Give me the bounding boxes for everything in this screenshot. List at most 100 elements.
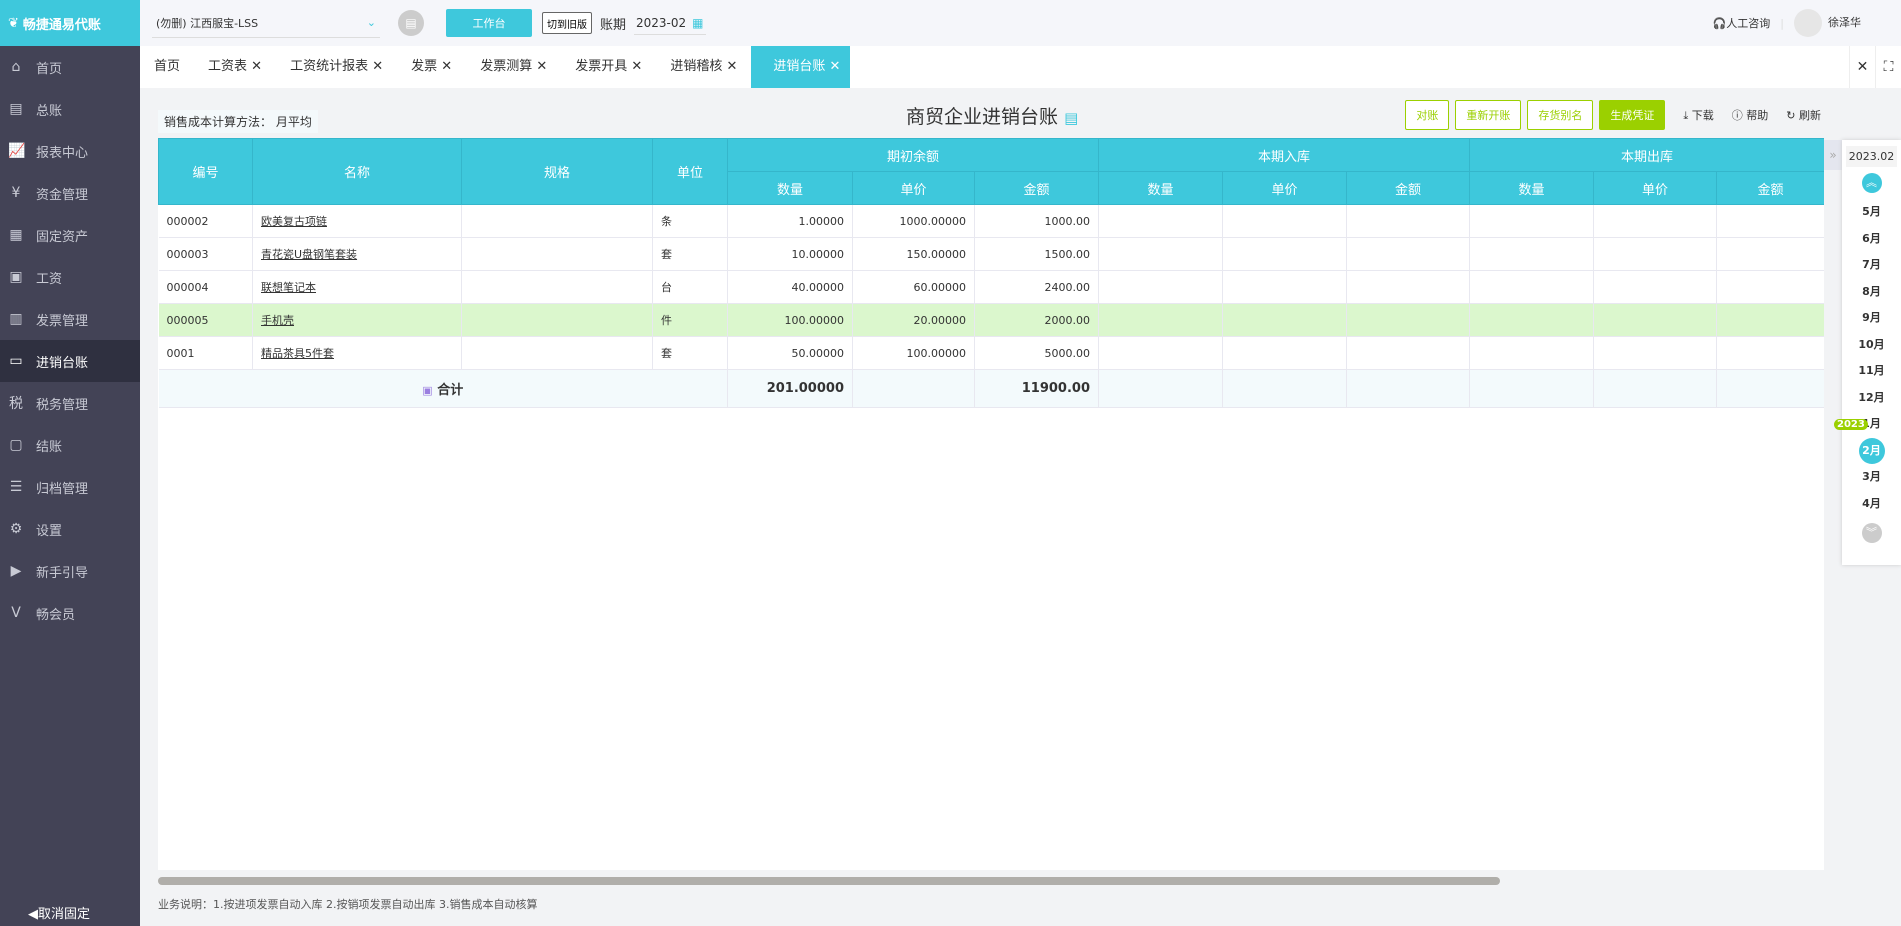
month-item[interactable]: 4月 [1842,491,1901,518]
close-tab-icon[interactable]: ✕ [441,59,452,74]
tab[interactable]: 发票开具 ✕ [561,46,656,88]
cell-unit: 条 [652,204,728,238]
consult-button[interactable]: 🎧人工咨询 [1713,15,1771,31]
user-menu[interactable]: 徐泽华 [1794,9,1861,37]
menu-icon: 税 [9,396,23,412]
tab[interactable]: 发票 ✕ [397,46,466,88]
cell-empty [1469,237,1594,271]
month-item[interactable]: 9月 [1842,305,1901,332]
sidebar-item[interactable]: ▶ 新手引导 [0,550,140,592]
sidebar-item[interactable]: 📈 报表中心 [0,130,140,172]
generate-voucher-button[interactable]: 生成凭证 [1599,100,1666,130]
sidebar-item[interactable]: ▦ 固定资产 [0,214,140,256]
period-picker[interactable]: 2023-02 ▦ [634,12,706,35]
business-note: 业务说明：1.按进项发票自动入库 2.按销项发票自动出库 3.销售成本自动核算 [158,898,538,911]
close-tab-icon[interactable]: ✕ [536,59,547,74]
download-button[interactable]: ⤓ 下载 [1683,107,1713,123]
table-row[interactable]: 000004 联想笔记本 台 40.00000 60.00000 2400.00 [158,270,1824,304]
subheader-price: 单价 [852,171,975,205]
table-row[interactable]: 000002 欧美复古项链 条 1.00000 1000.00000 1000.00 [158,204,1824,238]
cell-unit: 件 [652,303,728,337]
tab[interactable]: 首页 [140,46,194,88]
scroll-down-icon[interactable]: ︾ [1861,523,1882,543]
reconcile-button[interactable]: 对账 [1405,100,1450,130]
month-item[interactable]: 3月 [1842,464,1901,491]
cell-amount: 5000.00 [974,336,1099,370]
sidebar-item[interactable]: ▢ 结账 [0,424,140,466]
table-row[interactable]: 000003 青花瓷U盘钢笔套装 套 10.00000 150.00000 1500.00 [158,237,1824,271]
close-tab-icon[interactable]: ✕ [631,59,642,74]
close-all-tabs-icon[interactable]: ✕ [1849,46,1875,88]
scroll-up-icon[interactable]: ︽ [1861,173,1882,193]
refresh-button[interactable]: ↻ 刷新 [1786,107,1821,123]
tab[interactable]: 工资表 ✕ [194,46,276,88]
cell-empty [1716,336,1824,370]
reopen-button[interactable]: 重新开账 [1455,100,1522,130]
cell-amount: 2400.00 [974,270,1099,304]
calendar-icon[interactable]: ▤ [398,10,424,36]
sidebar-item[interactable]: ▤ 总账 [0,88,140,130]
close-tab-icon[interactable]: ✕ [830,59,841,74]
ledger-table: 编号 名称 规格 单位 期初余额 本期入库 本期出库 数量 单价 金额 数量 单价 金额数… [158,138,1824,870]
month-item[interactable]: 12月 [1842,385,1901,412]
cost-method: 销售成本计算方法： 月平均 [158,110,318,133]
page-title: 商贸企业进销台账 ▤ [906,106,1079,128]
sidebar-item[interactable]: ▥ 发票管理 [0,298,140,340]
menu-icon: ¥ [11,185,21,201]
workbench-button[interactable]: 工作台 [446,9,532,37]
cell-name-link[interactable]: 联想笔记本 [252,270,462,304]
expand-panel-icon[interactable]: » [1824,140,1842,170]
horizontal-scrollbar[interactable] [158,877,1500,885]
table-row[interactable]: 0001 精品茶具5件套 套 50.00000 100.00000 5000.00 [158,336,1824,370]
cell-name-link[interactable]: 精品茶具5件套 [252,336,462,370]
cell-empty [1469,303,1594,337]
subheader-amount: 金额 [1716,171,1824,205]
tab[interactable]: 工资统计报表 ✕ [276,46,397,88]
close-tab-icon[interactable]: ✕ [251,59,262,74]
cell-name-link[interactable]: 青花瓷U盘钢笔套装 [252,237,462,271]
close-tab-icon[interactable]: ✕ [372,59,383,74]
total-qty: 201.00000 [727,369,853,408]
month-item[interactable]: 2月 [1842,437,1901,465]
sidebar-item[interactable]: ⌂ 首页 [0,46,140,88]
sidebar-item[interactable]: 税税务管理 [0,382,140,424]
month-item[interactable]: 6月 [1842,226,1901,253]
sidebar-item[interactable]: V 畅会员 [0,592,140,634]
logo: ❦ 畅捷通易代账 [0,0,140,46]
tab[interactable]: 进销台账 ✕ [751,46,851,88]
tab[interactable]: 发票测算 ✕ [466,46,561,88]
month-item[interactable]: 10月 [1842,332,1901,359]
cell-empty [1346,336,1470,370]
sidebar-item[interactable]: ⚙ 设置 [0,508,140,550]
cell-empty [1346,369,1470,408]
sidebar-item[interactable]: ¥ 资金管理 [0,172,140,214]
sidebar-menu: ⌂ 首页 ▤ 总账 📈 报表中心 ¥ 资金管理 ▦ 固定资产 ▣ 工资 ▥ 发票管理 ▭ 进销台账税税务管理 ▢… [0,46,140,634]
cell-empty [1222,204,1347,238]
menu-icon: ▢ [9,437,23,453]
document-icon[interactable]: ▤ [1064,109,1078,127]
month-item[interactable]: 5月 [1842,199,1901,226]
cell-name-link[interactable]: 手机壳 [252,303,462,337]
month-item[interactable]: 11月 [1842,358,1901,385]
tab[interactable]: 进销稽核 ✕ [656,46,751,88]
cell-empty [1098,204,1223,238]
table-row[interactable]: 000005 手机壳 件 100.00000 20.00000 2000.00 [158,303,1824,337]
sidebar-item[interactable]: ▭ 进销台账 [0,340,140,382]
cell-empty [1469,336,1594,370]
month-item[interactable]: 8月 [1842,279,1901,306]
company-select[interactable]: (勿删) 江西服宝-LSS ⌄ [152,8,380,38]
menu-icon: ▦ [9,227,23,243]
help-button[interactable]: ⓘ 帮助 [1732,107,1769,123]
switch-old-version-button[interactable]: 切到旧版 [542,12,592,34]
inventory-alias-button[interactable]: 存货别名 [1527,100,1594,130]
month-item[interactable]: 7月 [1842,252,1901,279]
cell-name-link[interactable]: 欧美复古项链 [252,204,462,238]
sidebar-item[interactable]: ▣ 工资 [0,256,140,298]
unpin-button[interactable]: ◀取消固定 [28,903,90,922]
menu-icon: V [11,605,21,621]
sidebar-item[interactable]: ☰ 归档管理 [0,466,140,508]
fullscreen-icon[interactable]: ⛶ [1875,46,1901,88]
close-tab-icon[interactable]: ✕ [726,59,737,74]
total-amount: 11900.00 [974,369,1099,408]
cell-empty [1716,237,1824,271]
